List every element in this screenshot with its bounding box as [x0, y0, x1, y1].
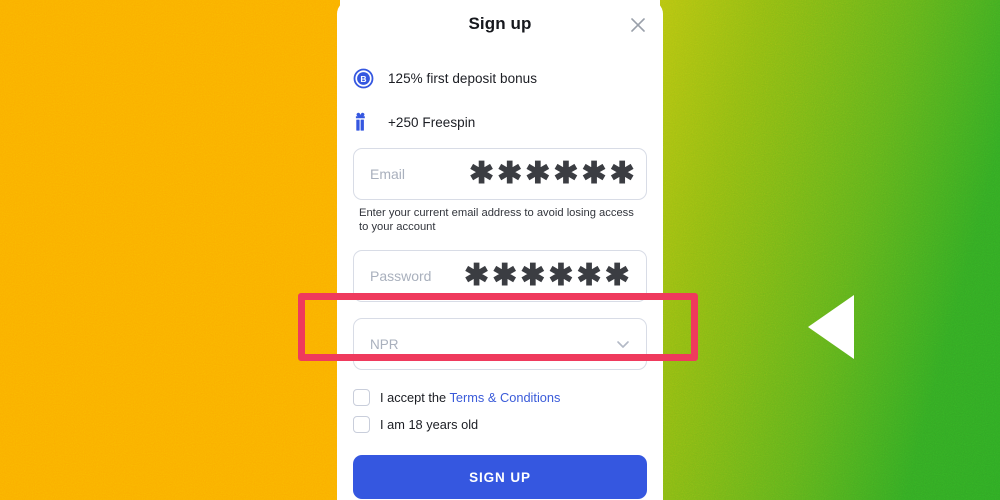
currency-selected-value: NPR: [370, 336, 399, 352]
bonus-row-freespin: +250 Freespin: [353, 104, 647, 140]
background-right: [660, 0, 1000, 500]
screen: Sign up B 125% first deposit bonus +250 …: [0, 0, 1000, 500]
email-masked-value: ✱✱✱✱✱✱: [469, 157, 638, 190]
bonus-label: 125% first deposit bonus: [388, 70, 538, 86]
svg-text:B: B: [360, 74, 366, 84]
email-input[interactable]: Email ✱✱✱✱✱✱: [353, 148, 647, 200]
chevron-down-icon: [614, 335, 632, 353]
page-title: Sign up: [468, 14, 532, 33]
password-field-group: Password ✱✱✱✱✱✱: [337, 250, 663, 302]
age-checkbox[interactable]: [353, 416, 370, 433]
sign-up-button[interactable]: SIGN UP: [353, 455, 647, 499]
bonus-badge-icon: B: [353, 67, 379, 89]
modal-header: Sign up: [337, 0, 663, 52]
back-arrow-icon[interactable]: [808, 295, 854, 359]
age-label: I am 18 years old: [380, 417, 479, 432]
age-row: I am 18 years old: [353, 411, 647, 438]
background-left: [0, 0, 340, 500]
bonus-row-deposit: B 125% first deposit bonus: [353, 60, 647, 96]
email-placeholder: Email: [370, 166, 406, 182]
terms-label-text: I accept the: [380, 390, 450, 405]
currency-field-group: NPR: [337, 318, 663, 370]
terms-row: I accept the Terms & Conditions: [353, 384, 647, 411]
submit-wrap: SIGN UP: [337, 438, 663, 499]
bonus-label: +250 Freespin: [388, 114, 476, 130]
email-field-group: Email ✱✱✱✱✱✱ Enter your current email ad…: [337, 148, 663, 234]
consent-checkbox-group: I accept the Terms & Conditions I am 18 …: [337, 370, 663, 438]
email-helper-text: Enter your current email address to avoi…: [359, 207, 634, 233]
password-placeholder: Password: [370, 268, 432, 284]
bonus-list: B 125% first deposit bonus +250 Freespin: [337, 52, 663, 140]
terms-checkbox[interactable]: [353, 389, 370, 406]
gift-icon: [353, 111, 379, 133]
password-masked-value: ✱✱✱✱✱✱: [464, 259, 633, 292]
password-input[interactable]: Password ✱✱✱✱✱✱: [353, 250, 647, 302]
terms-and-conditions-link[interactable]: Terms & Conditions: [449, 390, 560, 405]
signup-modal: Sign up B 125% first deposit bonus +250 …: [337, 0, 663, 500]
currency-select[interactable]: NPR: [353, 318, 647, 370]
close-icon[interactable]: [627, 14, 649, 36]
terms-label: I accept the Terms & Conditions: [380, 390, 560, 405]
